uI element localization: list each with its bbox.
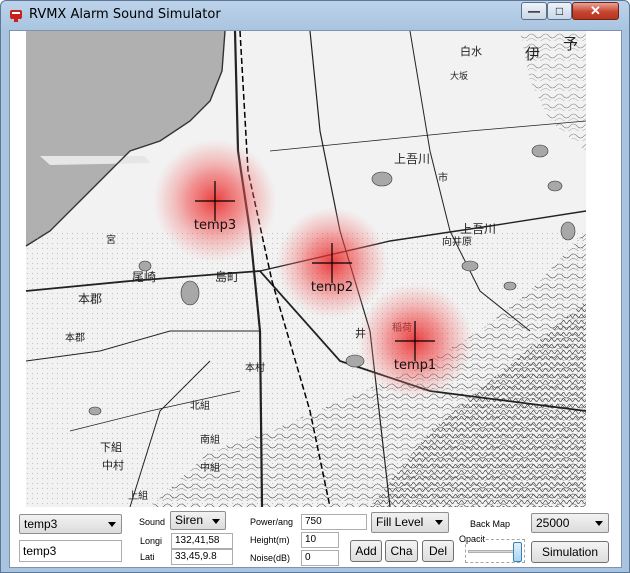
- change-button[interactable]: Cha: [385, 540, 418, 562]
- source-name-input[interactable]: temp3: [19, 540, 122, 562]
- place-label: 北組: [190, 399, 210, 412]
- map-scale-select[interactable]: 25000: [531, 513, 609, 533]
- place-label: 中村: [102, 458, 124, 472]
- place-label: 伊: [525, 45, 540, 63]
- maximize-button[interactable]: □: [547, 2, 572, 20]
- app-window: RVMX Alarm Sound Simulator — □ ✕ 白水 伊 予 …: [0, 0, 630, 573]
- place-label: 向井原: [442, 235, 472, 248]
- source-select[interactable]: temp3: [19, 514, 122, 534]
- opacity-slider[interactable]: [465, 539, 525, 563]
- power-input[interactable]: 750: [301, 514, 367, 530]
- place-label: 上組: [128, 489, 148, 502]
- place-label: 中組: [200, 461, 220, 474]
- place-label: 尾崎: [132, 270, 156, 284]
- source-select-value: temp3: [24, 517, 58, 531]
- place-label: 予: [563, 35, 578, 53]
- height-label: Height(m): [250, 535, 290, 545]
- delete-button[interactable]: Del: [422, 540, 454, 562]
- control-panel: temp3 temp3 Sound Siren Longi 132,41,58 …: [10, 507, 621, 567]
- fill-level-select[interactable]: Fill Level: [371, 512, 449, 533]
- place-label: 宮: [106, 233, 116, 246]
- sound-source-temp3[interactable]: temp3: [153, 139, 277, 263]
- marker-label: temp2: [311, 280, 353, 295]
- minimize-icon: —: [528, 4, 540, 18]
- sound-label: Sound: [139, 517, 166, 527]
- sound-source-temp2[interactable]: temp2: [276, 207, 388, 319]
- place-label: 上吾川: [394, 152, 430, 166]
- map-scale-value: 25000: [536, 516, 570, 530]
- add-button[interactable]: Add: [350, 540, 382, 562]
- place-label: 下組: [100, 441, 122, 454]
- place-label: 南組: [200, 433, 220, 446]
- longitude-input[interactable]: 132,41,58: [171, 533, 233, 549]
- client-area: 白水 伊 予 上吾川 市 上吾川 向井原 大坂 尾崎 島町 本郡 下組 中村 上…: [9, 30, 622, 568]
- close-button[interactable]: ✕: [572, 2, 619, 20]
- window-title: RVMX Alarm Sound Simulator: [29, 7, 221, 22]
- sound-select[interactable]: Siren: [170, 511, 226, 530]
- place-label: 本郡: [65, 331, 85, 344]
- minimize-button[interactable]: —: [521, 2, 547, 20]
- marker-label: temp3: [194, 218, 236, 233]
- maximize-icon: □: [555, 4, 564, 18]
- place-label: 白水: [460, 44, 482, 58]
- place-label: 上吾川: [460, 222, 496, 236]
- latitude-input[interactable]: 33,45,9.8: [171, 549, 233, 565]
- place-label: 大坂: [450, 70, 468, 82]
- place-label: 島町: [215, 269, 239, 284]
- fill-level-value: Fill Level: [376, 515, 424, 529]
- map-view[interactable]: 白水 伊 予 上吾川 市 上吾川 向井原 大坂 尾崎 島町 本郡 下組 中村 上…: [10, 31, 621, 507]
- marker-label: temp1: [394, 358, 436, 373]
- place-label: 本郡: [78, 292, 102, 306]
- chevron-down-icon: [212, 519, 220, 524]
- chevron-down-icon: [108, 522, 116, 527]
- height-input[interactable]: 10: [301, 532, 339, 548]
- back-map-label: Back Map: [470, 519, 511, 529]
- noise-input[interactable]: 0: [301, 550, 339, 566]
- latitude-label: Lati: [140, 552, 155, 562]
- place-label: 市: [438, 171, 448, 184]
- alarm-app-icon: [10, 10, 22, 22]
- close-icon: ✕: [590, 3, 601, 18]
- chevron-down-icon: [435, 520, 443, 525]
- title-bar[interactable]: RVMX Alarm Sound Simulator — □ ✕: [1, 1, 629, 29]
- noise-label: Noise(dB): [250, 553, 291, 563]
- sound-source-temp1[interactable]: temp1: [357, 283, 473, 399]
- place-label: 本村: [245, 361, 265, 374]
- simulation-button[interactable]: Simulation: [531, 541, 609, 563]
- opacity-slider-thumb[interactable]: [512, 542, 522, 562]
- topographic-map: 白水 伊 予 上吾川 市 上吾川 向井原 大坂 尾崎 島町 本郡 下組 中村 上…: [10, 31, 621, 507]
- power-label: Power/ang: [250, 517, 294, 527]
- sound-select-value: Siren: [175, 513, 204, 527]
- longitude-label: Longi: [140, 536, 163, 546]
- chevron-down-icon: [595, 521, 603, 526]
